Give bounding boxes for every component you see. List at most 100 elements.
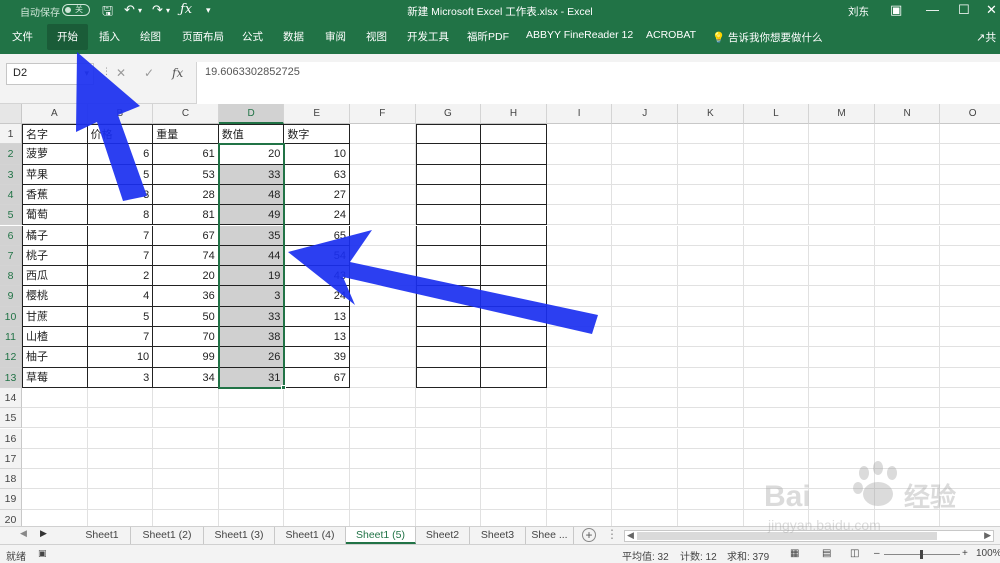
- cell-d6[interactable]: 35: [218, 225, 285, 246]
- cell-f9[interactable]: [350, 286, 416, 307]
- cell-c1[interactable]: 重量: [153, 124, 219, 145]
- user-name[interactable]: 刘东: [848, 4, 869, 19]
- cell-i3[interactable]: [546, 164, 613, 185]
- cell-m10[interactable]: [809, 306, 875, 327]
- cell-d13[interactable]: 31: [218, 367, 285, 388]
- cell-e13[interactable]: 67: [284, 367, 350, 388]
- sheet-tab-3[interactable]: Sheet1 (3): [204, 527, 275, 544]
- cell-m6[interactable]: [809, 225, 875, 246]
- cell-f20[interactable]: [350, 509, 416, 526]
- cell-m8[interactable]: [809, 266, 875, 287]
- cell-n9[interactable]: [874, 286, 941, 307]
- column-header-b[interactable]: B: [87, 104, 154, 124]
- cell-f16[interactable]: [350, 428, 416, 449]
- column-header-k[interactable]: K: [678, 104, 744, 124]
- cell-n5[interactable]: [874, 205, 941, 226]
- cell-b9[interactable]: 4: [87, 286, 154, 307]
- tab-data[interactable]: 数据: [283, 29, 304, 44]
- cell-c17[interactable]: [153, 448, 219, 470]
- cell-g12[interactable]: [415, 347, 482, 368]
- cell-h18[interactable]: [481, 469, 547, 490]
- cell-n12[interactable]: [874, 347, 941, 368]
- cell-o5[interactable]: [940, 205, 1000, 226]
- cell-g10[interactable]: [415, 306, 482, 327]
- cell-e8[interactable]: 43: [284, 266, 350, 287]
- cell-c18[interactable]: [153, 469, 219, 490]
- cell-h15[interactable]: [481, 408, 547, 429]
- cell-f2[interactable]: [350, 144, 416, 165]
- cell-a9[interactable]: 樱桃: [22, 286, 88, 307]
- cell-l3[interactable]: [743, 164, 810, 185]
- cell-l12[interactable]: [743, 347, 810, 368]
- column-header-g[interactable]: G: [415, 104, 482, 124]
- cell-i4[interactable]: [546, 184, 613, 206]
- cell-b6[interactable]: 7: [87, 225, 154, 246]
- zoom-out-icon[interactable]: –: [874, 548, 880, 559]
- tab-view[interactable]: 视图: [366, 29, 387, 44]
- cell-o16[interactable]: [940, 429, 1000, 449]
- cell-n11[interactable]: [874, 327, 941, 348]
- cell-d8[interactable]: 19: [218, 266, 285, 287]
- cell-k17[interactable]: [678, 448, 744, 470]
- insert-function-icon[interactable]: fx: [172, 66, 183, 80]
- row-header-11[interactable]: 11: [0, 327, 22, 348]
- cell-g19[interactable]: [415, 489, 482, 510]
- cell-h7[interactable]: [481, 245, 547, 267]
- column-header-a[interactable]: A: [22, 104, 88, 124]
- cell-j15[interactable]: [612, 408, 678, 429]
- cell-c14[interactable]: [153, 387, 219, 409]
- cell-f13[interactable]: [350, 367, 416, 388]
- cell-l5[interactable]: [743, 205, 810, 226]
- cell-f8[interactable]: [350, 266, 416, 287]
- cell-c20[interactable]: [153, 509, 219, 526]
- cell-k18[interactable]: [678, 469, 744, 490]
- cell-e14[interactable]: [284, 387, 350, 409]
- cell-h3[interactable]: [481, 164, 547, 185]
- cell-d19[interactable]: [218, 489, 285, 510]
- cell-j16[interactable]: [612, 428, 678, 449]
- cell-k1[interactable]: [678, 124, 744, 145]
- sheet-tab-1[interactable]: Sheet1: [74, 527, 131, 544]
- cell-b13[interactable]: 3: [87, 367, 154, 388]
- cell-l4[interactable]: [743, 184, 810, 206]
- cell-g8[interactable]: [415, 266, 482, 287]
- row-header-2[interactable]: 2: [0, 144, 22, 165]
- cell-k8[interactable]: [678, 266, 744, 287]
- cell-e3[interactable]: 63: [284, 164, 350, 185]
- status-sum[interactable]: 求和: 379: [727, 548, 769, 563]
- cell-b1[interactable]: 价格: [87, 124, 154, 145]
- cell-n15[interactable]: [874, 408, 941, 429]
- cell-n6[interactable]: [874, 225, 941, 246]
- cell-i12[interactable]: [546, 347, 613, 368]
- sheet-tab-8[interactable]: Shee ...: [526, 527, 574, 544]
- cell-g2[interactable]: [415, 144, 482, 165]
- fill-handle[interactable]: [281, 384, 287, 390]
- cell-a10[interactable]: 甘蔗: [22, 306, 88, 327]
- cell-c11[interactable]: 70: [153, 327, 219, 348]
- cell-b18[interactable]: [87, 469, 154, 490]
- cell-m5[interactable]: [809, 205, 875, 226]
- cell-e10[interactable]: 13: [284, 306, 350, 327]
- tab-insert[interactable]: 插入: [99, 29, 120, 44]
- cell-f4[interactable]: [350, 184, 416, 206]
- cell-j4[interactable]: [612, 184, 678, 206]
- cell-j3[interactable]: [612, 164, 678, 185]
- cell-i5[interactable]: [546, 205, 613, 226]
- cell-c7[interactable]: 74: [153, 245, 219, 267]
- cell-h11[interactable]: [481, 327, 547, 348]
- cell-e4[interactable]: 27: [284, 184, 350, 206]
- cell-c13[interactable]: 34: [153, 367, 219, 388]
- cell-o7[interactable]: [940, 246, 1000, 267]
- cell-a12[interactable]: 柚子: [22, 347, 88, 368]
- cell-o15[interactable]: [940, 408, 1000, 429]
- cell-k15[interactable]: [678, 408, 744, 429]
- cell-o6[interactable]: [940, 226, 1000, 246]
- cell-d12[interactable]: 26: [218, 347, 285, 368]
- cell-j12[interactable]: [612, 347, 678, 368]
- cell-k10[interactable]: [678, 306, 744, 327]
- cell-m1[interactable]: [809, 124, 875, 145]
- cell-a7[interactable]: 桃子: [22, 245, 88, 267]
- cell-d5[interactable]: 49: [218, 205, 285, 226]
- cell-h8[interactable]: [481, 266, 547, 287]
- tab-page-layout[interactable]: 页面布局: [182, 29, 224, 44]
